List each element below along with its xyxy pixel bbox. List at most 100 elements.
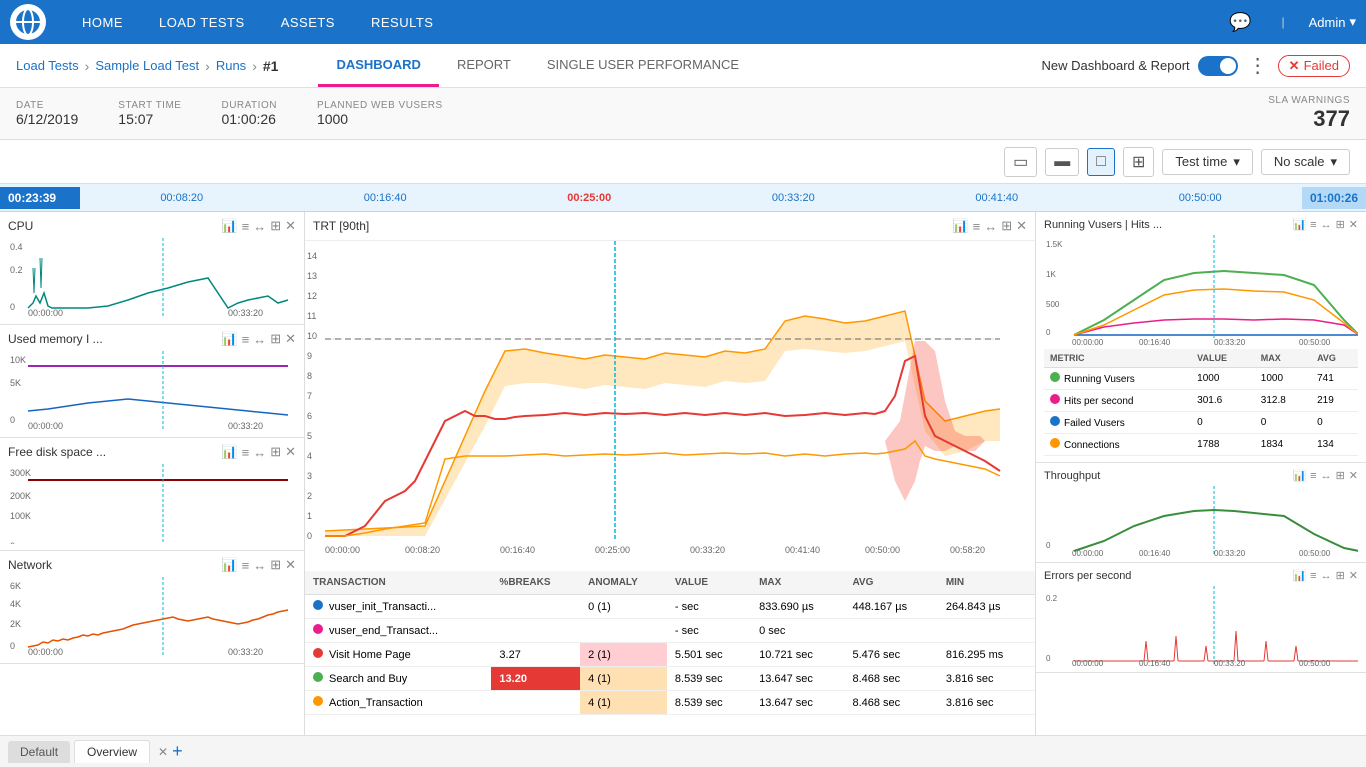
disk-list-icon[interactable]: ≡ [242,445,250,460]
throughput-list-icon[interactable]: ≡ [1310,470,1316,482]
throughput-close-icon[interactable]: ✕ [1349,469,1358,482]
th-transaction[interactable]: TRANSACTION [305,571,491,595]
test-time-dropdown[interactable]: Test time ▾ [1162,149,1253,175]
vusers-list-icon[interactable]: ≡ [1310,219,1316,231]
network-chart-icon[interactable]: 📊 [221,557,237,573]
trt-close-icon[interactable]: ✕ [1016,218,1027,234]
layout-btn-4[interactable]: ⊞ [1123,147,1154,177]
th-max[interactable]: MAX [751,571,844,595]
vusers-close-icon[interactable]: ✕ [1349,218,1358,231]
th-anomaly[interactable]: ANOMALY [580,571,667,595]
nav-load-tests[interactable]: LOAD TESTS [151,11,253,34]
tab-report[interactable]: REPORT [439,45,529,87]
throughput-chart-icon[interactable]: 📊 [1292,469,1306,482]
errors-close-icon[interactable]: ✕ [1349,569,1358,582]
nav-assets[interactable]: ASSETS [273,11,343,34]
time-end: 01:00:26 [1302,187,1366,209]
memory-list-icon[interactable]: ≡ [242,332,250,347]
cpu-chart-icon[interactable]: 📊 [221,218,237,234]
throughput-expand-icon[interactable]: ↔ [1321,470,1332,482]
memory-settings-icon[interactable]: ⊞ [270,331,281,347]
svg-text:2: 2 [307,491,312,501]
disk-close-icon[interactable]: ✕ [285,444,296,460]
svg-text:5K: 5K [10,378,21,388]
failed-x-icon: ✕ [1289,58,1300,74]
th-avg[interactable]: AVG [844,571,937,595]
disk-settings-icon[interactable]: ⊞ [270,444,281,460]
memory-close-icon[interactable]: ✕ [285,331,296,347]
vusers-settings-icon[interactable]: ⊞ [1336,218,1345,231]
breadcrumb-load-tests[interactable]: Load Tests [16,58,79,73]
breadcrumb-runs[interactable]: Runs [216,58,246,73]
cpu-close-icon[interactable]: ✕ [285,218,296,234]
vusers-chart-icon[interactable]: 📊 [1292,218,1306,231]
tab-close-icon[interactable]: ✕ [158,745,168,759]
svg-text:00:33:20: 00:33:20 [1214,549,1246,556]
table-row[interactable]: vuser_init_Transacti... 0 (1) - sec 833.… [305,595,1035,619]
memory-expand-icon[interactable]: ↔ [253,332,266,347]
svg-text:8: 8 [307,371,312,381]
tab-single-user[interactable]: SINGLE USER PERFORMANCE [529,45,757,87]
table-row[interactable]: Search and Buy 13.20 4 (1) 8.539 sec 13.… [305,667,1035,691]
network-close-icon[interactable]: ✕ [285,557,296,573]
svg-text:11: 11 [307,311,316,321]
memory-title: Used memory I ... [8,332,217,346]
new-dashboard-toggle[interactable] [1198,56,1238,76]
tab-default[interactable]: Default [8,741,70,763]
notifications-icon[interactable]: 💬 [1229,12,1251,33]
layout-btn-3[interactable]: □ [1087,148,1115,176]
mth-max: MAX [1255,349,1311,368]
bottom-tab-bar: Default Overview ✕ + [0,735,1366,767]
throughput-settings-icon[interactable]: ⊞ [1336,469,1345,482]
no-scale-dropdown[interactable]: No scale ▾ [1261,149,1350,175]
th-value[interactable]: VALUE [667,571,751,595]
disk-expand-icon[interactable]: ↔ [253,445,266,460]
main-content: CPU 📊 ≡ ↔ ⊞ ✕ 0.4 0.2 0 [0,212,1366,735]
svg-text:00:50:00: 00:50:00 [865,545,900,555]
svg-text:7: 7 [307,391,312,401]
failed-badge[interactable]: ✕ Failed [1278,55,1350,77]
th-breaks[interactable]: %BREAKS [491,571,580,595]
trt-settings-icon[interactable]: ⊞ [1001,218,1012,234]
disk-chart-widget: Free disk space ... 📊 ≡ ↔ ⊞ ✕ 300K 200K … [0,438,304,551]
svg-text:0: 0 [10,302,15,312]
sla-label: SLA WARNINGS [1268,95,1350,106]
th-min[interactable]: MIN [938,571,1035,595]
tab-overview[interactable]: Overview [74,740,150,763]
memory-chart-icon[interactable]: 📊 [221,331,237,347]
more-options-icon[interactable]: ⋮ [1248,53,1268,78]
tab-add-icon[interactable]: + [172,741,183,762]
tab-dashboard[interactable]: DASHBOARD [318,45,439,87]
cpu-list-icon[interactable]: ≡ [242,219,250,234]
errors-expand-icon[interactable]: ↔ [1321,570,1332,582]
cpu-settings-icon[interactable]: ⊞ [270,218,281,234]
trt-list-icon[interactable]: ≡ [973,219,981,234]
errors-list-icon[interactable]: ≡ [1310,570,1316,582]
nav-results[interactable]: RESULTS [363,11,442,34]
nav-home[interactable]: HOME [74,11,131,34]
errors-chart-icon[interactable]: 📊 [1292,569,1306,582]
app-logo[interactable] [10,4,46,40]
toolbar-row: ▭ ▬ □ ⊞ Test time ▾ No scale ▾ [0,140,1366,184]
layout-btn-2[interactable]: ▬ [1045,148,1079,176]
cpu-title: CPU [8,219,217,233]
disk-chart-icon[interactable]: 📊 [221,444,237,460]
table-row[interactable]: Action_Transaction 4 (1) 8.539 sec 13.64… [305,691,1035,715]
network-list-icon[interactable]: ≡ [242,558,250,573]
cpu-expand-icon[interactable]: ↔ [253,219,266,234]
svg-text:00:25:00: 00:25:00 [595,545,630,555]
network-expand-icon[interactable]: ↔ [253,558,266,573]
table-row[interactable]: vuser_end_Transact... - sec 0 sec [305,619,1035,643]
network-settings-icon[interactable]: ⊞ [270,557,281,573]
table-row[interactable]: Visit Home Page 3.27 2 (1) 5.501 sec 10.… [305,643,1035,667]
trt-expand-icon[interactable]: ↔ [984,219,997,234]
trt-chart-icon[interactable]: 📊 [952,218,968,234]
vusers-expand-icon[interactable]: ↔ [1321,219,1332,231]
layout-btn-1[interactable]: ▭ [1004,147,1037,177]
main-tabs: DASHBOARD REPORT SINGLE USER PERFORMANCE [318,45,757,87]
errors-settings-icon[interactable]: ⊞ [1336,569,1345,582]
svg-text:12: 12 [307,291,317,301]
breadcrumb-sample-load-test[interactable]: Sample Load Test [95,58,199,73]
breadcrumb-sep-1: › [85,58,90,74]
admin-menu[interactable]: Admin ▾ [1309,14,1356,30]
